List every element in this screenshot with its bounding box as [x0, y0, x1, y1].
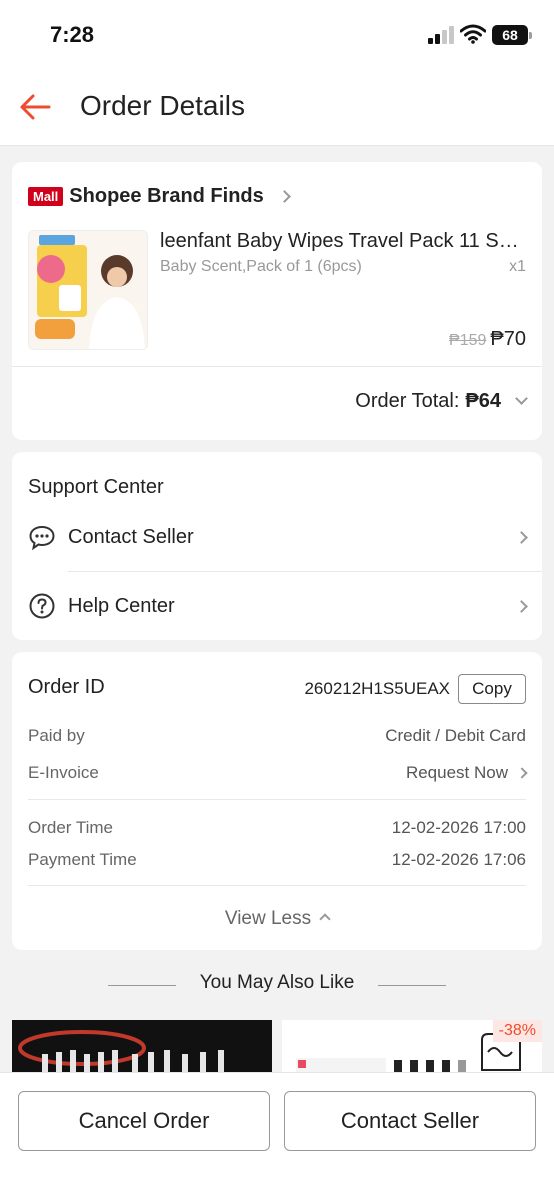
help-question-icon: [29, 593, 55, 619]
product-price: ₱159 ₱70: [449, 328, 526, 351]
shop-name: Shopee Brand Finds: [69, 184, 264, 207]
recommended-product-card[interactable]: -38%: [282, 1020, 542, 1080]
chevron-right-icon: [516, 767, 528, 779]
product-quantity: x1: [509, 258, 526, 275]
recommendations-header: You May Also Like: [0, 972, 554, 1000]
payment-time-value: 12-02-2026 17:06: [391, 850, 526, 869]
order-info-card: Order ID 260212H1S5UEAX Copy Paid by Cre…: [12, 652, 542, 950]
payment-time-row: Payment Time 12-02-2026 17:06: [28, 850, 526, 870]
order-total[interactable]: Order Total: ₱64: [355, 390, 528, 413]
paid-by-label: Paid by: [28, 726, 85, 745]
order-time-row: Order Time 12-02-2026 17:00: [28, 818, 526, 838]
chevron-down-icon: [515, 392, 528, 405]
paid-by-row: Paid by Credit / Debit Card: [28, 726, 526, 746]
shop-header[interactable]: Mall Shopee Brand Finds: [28, 184, 291, 208]
chat-bubble-icon: [29, 525, 55, 551]
product-image[interactable]: [28, 230, 148, 350]
wifi-icon: [460, 24, 486, 44]
back-arrow-icon[interactable]: [18, 90, 52, 124]
divider: [28, 885, 526, 886]
chevron-right-icon: [515, 599, 528, 613]
order-time-label: Order Time: [28, 818, 114, 837]
recommended-product-card[interactable]: [12, 1020, 272, 1080]
contact-seller-row[interactable]: Contact Seller: [28, 522, 528, 552]
request-einvoice-link[interactable]: Request Now: [405, 763, 528, 783]
app-header: Order Details: [0, 70, 554, 146]
divider: [28, 799, 526, 800]
e-invoice-label: E-Invoice: [28, 763, 99, 782]
support-center-card: Support Center Contact Seller Help Cente…: [12, 452, 542, 640]
divider: [378, 985, 446, 986]
request-now-label: Request Now: [405, 763, 508, 782]
support-center-title: Support Center: [28, 476, 164, 498]
order-id-label: Order ID: [28, 676, 105, 698]
bottom-action-bar: Cancel Order Contact Seller: [0, 1072, 554, 1200]
contact-seller-label: Contact Seller: [68, 525, 194, 548]
help-center-row[interactable]: Help Center: [28, 591, 528, 621]
order-total-label: Order Total:: [355, 390, 460, 412]
cellular-signal-icon: [428, 26, 454, 44]
order-total-value: ₱64: [465, 390, 501, 412]
product-name[interactable]: leenfant Baby Wipes Travel Pack 11 Sheet…: [160, 230, 526, 253]
order-time-value: 12-02-2026 17:00: [391, 818, 526, 837]
divider: [12, 366, 542, 367]
mall-badge: Mall: [28, 186, 64, 206]
divider: [68, 571, 542, 572]
status-time: 7:28: [50, 22, 95, 47]
order-item-card: Mall Shopee Brand Finds leenfant Baby Wi…: [12, 162, 542, 440]
view-less-label: View Less: [224, 908, 312, 929]
page-title: Order Details: [80, 90, 245, 121]
chevron-up-icon: [319, 913, 331, 925]
chevron-right-icon: [277, 189, 291, 203]
payment-time-label: Payment Time: [28, 850, 137, 869]
view-less-toggle[interactable]: View Less: [12, 908, 542, 930]
cancel-order-button[interactable]: Cancel Order: [18, 1091, 270, 1151]
discount-badge: -38%: [492, 1020, 542, 1042]
product-thumbnail: [18, 1030, 224, 1072]
help-center-label: Help Center: [68, 594, 175, 617]
original-price: ₱159: [449, 332, 487, 349]
product-variation: Baby Scent,Pack of 1 (6pcs): [160, 258, 362, 275]
recommendations-title: You May Also Like: [199, 972, 355, 993]
chevron-right-icon: [515, 530, 528, 544]
battery-icon: 68: [492, 25, 532, 45]
order-id-value: 260212H1S5UEAX: [304, 679, 450, 698]
contact-seller-button[interactable]: Contact Seller: [284, 1091, 536, 1151]
copy-order-id-button[interactable]: Copy: [458, 674, 526, 704]
status-bar: 7:28 68: [0, 0, 554, 70]
current-price: ₱70: [490, 328, 526, 350]
e-invoice-row[interactable]: E-Invoice Request Now: [28, 763, 528, 783]
paid-by-value: Credit / Debit Card: [385, 726, 526, 745]
